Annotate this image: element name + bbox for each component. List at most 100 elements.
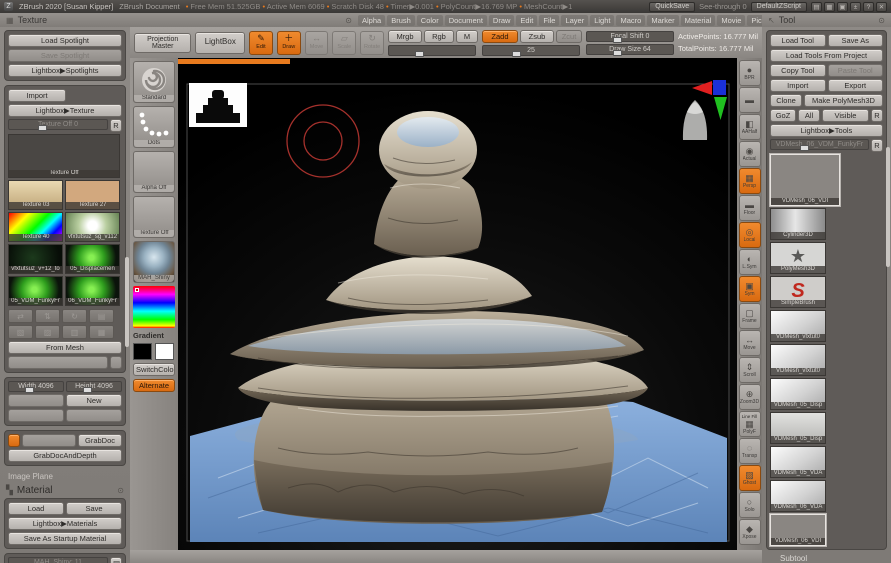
lightbox-button[interactable]: LightBox [195, 32, 245, 54]
save-as-button[interactable]: Save As [828, 34, 884, 47]
current-tool-slider[interactable]: VDMesh_06_VDM_FunkyFr [770, 139, 869, 150]
tool-thumbnail[interactable]: VDMesh_06_VDI [770, 514, 826, 546]
texture-thumbnail[interactable]: 05_Displacemen [65, 244, 120, 274]
right-shelf-button[interactable]: Line Fill ▦ PolyF [739, 411, 761, 437]
right-shelf-button[interactable]: ◆ Xpose [739, 519, 761, 545]
texture-thumbnail[interactable]: vfxtutsuz_sg_v112 [65, 212, 120, 242]
rgb-button[interactable]: Rgb [424, 30, 454, 43]
alpha-selector[interactable]: Alpha Off [133, 151, 175, 193]
material-selector[interactable]: MAH_Shiny [133, 241, 175, 283]
new-texture-button[interactable]: New [66, 394, 122, 407]
from-mesh-button[interactable]: From Mesh [8, 341, 122, 354]
move-button[interactable]: ↔Move [305, 31, 329, 55]
menu-item[interactable]: Document [445, 15, 487, 26]
alternate-button[interactable]: Alternate [133, 379, 175, 392]
rgb-intensity-slider[interactable] [388, 45, 476, 56]
tool-r2-button[interactable]: R [871, 139, 883, 152]
right-shelf-button[interactable]: ▢ Frame [739, 303, 761, 329]
texture-edit-icon[interactable]: ▥ [62, 325, 87, 339]
lightbox-materials-button[interactable]: Lightbox▶Materials [8, 517, 122, 530]
window-button-icon[interactable]: ? [863, 2, 874, 12]
right-shelf-button[interactable]: ⊕ Zoom3D [739, 384, 761, 410]
texture-thumbnail[interactable]: 06_VDM_FunkyFr [65, 276, 120, 306]
scale-button[interactable]: ▱Scale [332, 31, 356, 55]
material-gear-icon[interactable]: ⊙ [117, 486, 124, 495]
menu-item[interactable]: Material [681, 15, 716, 26]
tool-subpalette-row[interactable]: Subtool [766, 554, 887, 563]
menu-item[interactable]: Alpha [358, 15, 385, 26]
right-shelf-button[interactable]: ● BPR [739, 60, 761, 86]
lightbox-divider-bar[interactable] [178, 59, 290, 64]
right-shelf-button[interactable]: ◌ Transp [739, 438, 761, 464]
z-intensity-slider[interactable]: 25 [482, 45, 580, 56]
make-polymesh3d-button[interactable]: Make PolyMesh3D [804, 94, 883, 107]
menu-item[interactable]: Movie [717, 15, 745, 26]
startup-material-button[interactable]: Save As Startup Material [8, 532, 122, 545]
right-shelf-button[interactable]: ▣ Sym [739, 276, 761, 302]
menu-item[interactable]: File [539, 15, 559, 26]
window-button-icon[interactable]: ▣ [837, 2, 848, 12]
see-through-slider[interactable]: See-through 0 [699, 2, 747, 11]
texture-thumbnail[interactable]: Texture 03 [8, 180, 63, 210]
palette-menu-icon[interactable]: ⊙ [345, 16, 352, 25]
switch-color-button[interactable]: SwitchColor [133, 363, 175, 376]
tool-thumbnail[interactable]: Cylinder3D [770, 208, 826, 240]
zcut-button[interactable]: Zcut [556, 30, 582, 43]
load-spotlight-button[interactable]: Load Spotlight [8, 34, 122, 47]
lightbox-texture-button[interactable]: Lightbox▶Texture [8, 104, 122, 117]
cross-button[interactable] [66, 409, 122, 422]
tool-thumbnail[interactable]: VDMesh_vfxtut0 [770, 310, 826, 342]
tool-thumbnail[interactable]: PolyMesh3D [770, 242, 826, 274]
load-material-button[interactable]: Load [8, 502, 64, 515]
current-material-slider[interactable]: MAH_Shiny: 11 [8, 557, 108, 563]
width-slider[interactable]: Width 4096 [8, 381, 64, 392]
grabdoc-depth-button[interactable]: GrabDocAndDepth [8, 449, 122, 462]
right-shelf-button[interactable]: ⇕ Scroll [739, 357, 761, 383]
draw-button[interactable]: ＋Draw [277, 31, 301, 55]
texture-selector[interactable]: Texture Off [133, 196, 175, 238]
draw-size-slider[interactable]: Draw Size 64 [586, 44, 674, 55]
lightbox-tools-button[interactable]: Lightbox▶Tools [770, 124, 883, 137]
fill-button[interactable] [8, 409, 64, 422]
create-button[interactable] [8, 356, 108, 369]
goz-visible-button[interactable]: Visible [822, 109, 869, 122]
save-material-button[interactable]: Save [66, 502, 122, 515]
paste-tool-button[interactable]: Paste Tool [828, 64, 884, 77]
save-spotlight-button[interactable]: Save Spotlight [8, 49, 122, 62]
tool-palette-scrollbar[interactable] [886, 147, 890, 267]
focal-shift-slider[interactable]: Focal Shift 0 [586, 31, 674, 42]
rotate-button[interactable]: ↻Rotate [360, 31, 384, 55]
image-plane-section[interactable]: Image Plane [4, 470, 126, 483]
default-zscript-button[interactable]: DefaultZScript [751, 2, 807, 12]
projection-master-button[interactable]: Projection Master [134, 33, 191, 53]
window-button-icon[interactable]: ✕ [876, 2, 887, 12]
menu-item[interactable]: Brush [387, 15, 415, 26]
mrgb-button[interactable]: Mrgb [388, 30, 422, 43]
color-picker[interactable] [133, 286, 175, 328]
left-tray-scrollbar[interactable] [125, 257, 129, 347]
right-shelf-button[interactable]: ↔ Move [739, 330, 761, 356]
tool-r-button[interactable]: R [871, 109, 883, 122]
flip-grabbed-button[interactable] [22, 434, 76, 447]
current-texture-slider[interactable]: Texture Off 0 [8, 119, 108, 130]
brush-selector[interactable]: Standard [133, 61, 175, 103]
palette-menu-icon[interactable]: ⊙ [878, 16, 885, 25]
menu-item[interactable]: Layer [561, 15, 588, 26]
texture-thumbnail[interactable]: Texture 27 [65, 180, 120, 210]
img-source-toggle[interactable] [110, 356, 122, 369]
tool-thumbnail[interactable]: VDMesh_06_VDI [770, 154, 840, 206]
load-tool-button[interactable]: Load Tool [770, 34, 826, 47]
tool-thumbnail[interactable]: VDMesh_05_VDA [770, 446, 826, 478]
menu-item[interactable]: Marker [647, 15, 678, 26]
export-tool-button[interactable]: Export [828, 79, 884, 92]
right-shelf-button[interactable]: ◉ Actual [739, 141, 761, 167]
tool-thumbnail[interactable]: VDMesh_05_Disp [770, 412, 826, 444]
right-shelf-button[interactable]: ◐ L.Sym [739, 249, 761, 275]
texture-r-button[interactable]: R [110, 119, 122, 132]
zadd-button[interactable]: Zadd [482, 30, 518, 43]
tool-thumbnail[interactable]: SimpleBrush [770, 276, 826, 308]
right-shelf-button[interactable]: ◧ AAHalf [739, 114, 761, 140]
window-button-icon[interactable]: ▤ [811, 2, 822, 12]
lightbox-spotlights-button[interactable]: Lightbox▶Spotlights [8, 64, 122, 77]
copy-tool-button[interactable]: Copy Tool [770, 64, 826, 77]
